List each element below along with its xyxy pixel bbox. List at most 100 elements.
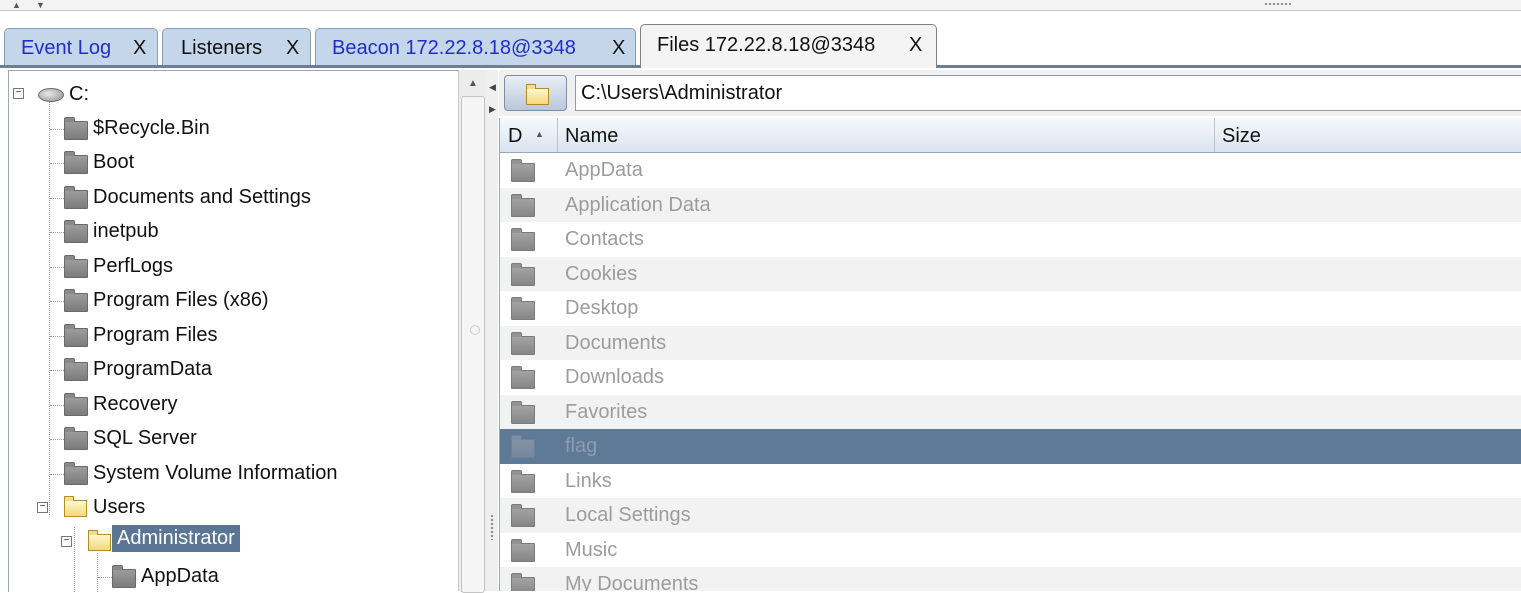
tab-label: Files 172.22.8.18@3348 — [657, 34, 876, 56]
collapse-down-icon[interactable]: ▼ — [36, 0, 45, 10]
column-header-name[interactable]: Name — [558, 118, 1215, 152]
folder-icon — [64, 289, 88, 312]
tree-item-folder[interactable]: PerfLogs — [93, 255, 173, 278]
path-bar — [499, 70, 1521, 116]
splitter-grip-icon[interactable] — [1264, 2, 1292, 7]
tree-item-folder[interactable]: Program Files (x86) — [93, 289, 269, 312]
browse-folder-button[interactable] — [504, 75, 567, 111]
collapse-left-icon[interactable]: ◀ — [489, 82, 496, 93]
column-header-d[interactable]: D ▲ — [500, 118, 558, 152]
folder-icon — [511, 573, 535, 591]
tab-beacon[interactable]: Beacon 172.22.8.18@3348 X — [315, 28, 636, 65]
tree-guide-line — [50, 439, 64, 440]
table-header: D ▲ Name Size — [500, 118, 1521, 153]
table-row[interactable]: My Documents — [500, 567, 1521, 591]
splitter-grip-icon[interactable] — [490, 514, 494, 540]
tree-item-folder[interactable]: inetpub — [93, 220, 159, 243]
drive-icon — [38, 88, 64, 102]
table-row[interactable]: Documents — [500, 325, 1521, 360]
folder-icon — [64, 151, 88, 174]
tree-guide-line — [98, 577, 112, 578]
tab-close-button[interactable]: X — [133, 37, 146, 60]
folder-icon — [64, 324, 88, 347]
tree-guide-line — [50, 267, 64, 268]
tree-guide-line — [50, 129, 64, 130]
tree-guide-line — [50, 301, 64, 302]
tree-item-folder[interactable]: ProgramData — [93, 358, 212, 381]
tab-label: Listeners — [181, 37, 263, 59]
tree-guide-line — [97, 553, 98, 592]
folder-icon — [511, 331, 535, 355]
column-header-label: D — [508, 125, 523, 147]
folder-icon — [511, 193, 535, 217]
pane-splitter[interactable]: ◀ ▶ — [486, 70, 498, 591]
tree-item-folder[interactable]: Recovery — [93, 393, 177, 416]
tree-scrollbar[interactable]: ▲ — [458, 70, 487, 593]
tab-listeners[interactable]: Listeners X — [162, 28, 311, 65]
folder-icon — [64, 393, 88, 416]
table-row[interactable]: Application Data — [500, 187, 1521, 222]
tab-label: Event Log — [21, 37, 112, 59]
folder-icon — [511, 297, 535, 320]
tree-collapse-toggle[interactable]: − — [37, 502, 48, 513]
collapse-right-icon[interactable]: ▶ — [489, 104, 496, 115]
row-name: Downloads — [565, 366, 664, 388]
folder-open-icon — [526, 84, 549, 105]
column-header-size[interactable]: Size — [1215, 118, 1521, 152]
folder-icon — [511, 469, 535, 493]
table-row[interactable]: Contacts — [500, 222, 1521, 257]
tree-guide-line — [50, 336, 64, 337]
row-name: Desktop — [565, 297, 639, 319]
tree-item-folder[interactable]: AppData — [141, 565, 219, 588]
row-name: Documents — [565, 331, 667, 354]
table-row[interactable]: Links — [500, 464, 1521, 499]
table-row[interactable]: Desktop — [500, 291, 1521, 326]
tree-collapse-toggle[interactable]: − — [61, 536, 72, 547]
folder-icon — [511, 400, 535, 424]
path-input[interactable] — [575, 75, 1521, 111]
tree-item-folder[interactable]: Boot — [93, 151, 134, 174]
tab-bar: Event Log X Listeners X Beacon 172.22.8.… — [0, 11, 1521, 68]
row-name: AppData — [565, 159, 643, 181]
folder-icon — [64, 462, 88, 485]
tree-item-folder[interactable]: System Volume Information — [93, 462, 338, 485]
tab-close-button[interactable]: X — [909, 34, 922, 57]
scrollbar-thumb[interactable] — [461, 96, 485, 593]
folder-icon — [511, 159, 535, 182]
collapse-up-icon[interactable]: ▲ — [12, 0, 21, 10]
directory-tree: − C: $Recycle.Bin Boot Documents and Set… — [8, 70, 462, 592]
table-row[interactable]: Favorites — [500, 394, 1521, 429]
tree-item-drive-c[interactable]: C: — [69, 83, 89, 106]
folder-icon — [511, 538, 535, 562]
tree-guide-line — [50, 474, 64, 475]
row-name: Cookies — [565, 262, 638, 285]
row-name: Favorites — [565, 400, 648, 423]
tab-files[interactable]: Files 172.22.8.18@3348 X — [640, 24, 937, 68]
tree-item-folder[interactable]: SQL Server — [93, 427, 197, 450]
folder-icon — [64, 186, 88, 209]
folder-icon — [64, 427, 88, 450]
tree-item-users[interactable]: Users — [93, 496, 145, 519]
sort-ascending-icon: ▲ — [535, 129, 544, 139]
folder-open-icon — [64, 496, 87, 517]
scroll-up-icon[interactable]: ▲ — [468, 78, 478, 89]
tree-item-folder[interactable]: Program Files — [93, 324, 217, 347]
folder-icon — [64, 358, 88, 381]
tree-item-folder[interactable]: $Recycle.Bin — [93, 117, 210, 140]
table-row-selected[interactable]: flag — [500, 429, 1521, 464]
tree-item-administrator[interactable]: Administrator — [112, 525, 240, 552]
tree-guide-line — [50, 198, 64, 199]
table-row[interactable]: Music — [500, 533, 1521, 568]
tab-label: Beacon 172.22.8.18@3348 — [332, 37, 576, 59]
row-name: Links — [565, 469, 612, 492]
scroll-grip-icon — [470, 325, 480, 335]
tree-item-folder[interactable]: Documents and Settings — [93, 186, 311, 209]
tab-event-log[interactable]: Event Log X — [4, 28, 158, 65]
table-row[interactable]: AppData — [500, 153, 1521, 188]
tree-collapse-toggle[interactable]: − — [13, 88, 24, 99]
tab-close-button[interactable]: X — [286, 37, 299, 60]
table-row[interactable]: Local Settings — [500, 498, 1521, 533]
tab-close-button[interactable]: X — [612, 37, 625, 60]
table-row[interactable]: Cookies — [500, 256, 1521, 291]
table-row[interactable]: Downloads — [500, 360, 1521, 395]
